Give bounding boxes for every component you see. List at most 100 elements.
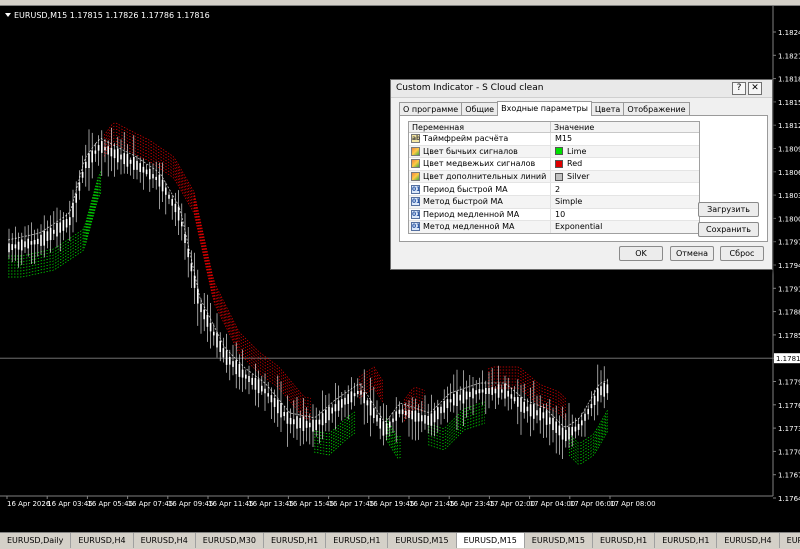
param-name: Таймфрейм расчёта: [423, 134, 509, 144]
candle-body: [168, 194, 170, 199]
candle-body: [465, 391, 468, 400]
candle-body: [328, 406, 330, 421]
load-button[interactable]: Загрузить: [698, 202, 759, 217]
candle-body: [75, 193, 77, 203]
candle-body: [152, 174, 154, 179]
symbol-tab[interactable]: EURUSD,H1: [655, 533, 718, 548]
chart-symbol-quote: EURUSD,M15 1.17815 1.17826 1.17786 1.178…: [14, 11, 210, 20]
price-label: 1.18060: [778, 169, 800, 177]
help-button[interactable]: ?: [732, 82, 746, 95]
chart-info-label: EURUSD,M15 1.17815 1.17826 1.17786 1.178…: [5, 11, 210, 20]
candle-body: [174, 203, 177, 213]
candle-body: [139, 163, 141, 172]
symbol-tab[interactable]: EURUSD,M15: [388, 533, 457, 548]
param-row[interactable]: 01 Метод медленной МА Exponential: [409, 221, 699, 233]
cancel-button[interactable]: Отмена: [670, 246, 714, 261]
param-row[interactable]: 01 Период медленной МА 10: [409, 208, 699, 222]
candle-body: [213, 331, 215, 336]
current-price-label: 1.17816: [776, 355, 800, 363]
candle-body: [225, 350, 228, 365]
candle-body: [325, 409, 327, 423]
param-value: M15: [555, 134, 573, 144]
price-label: 1.17910: [778, 285, 800, 293]
param-row[interactable]: 01 Период быстрой МА 2: [409, 183, 699, 196]
symbol-tab-bar: EURUSD,Daily EURUSD,H4 EURUSD,H4 EURUSD,M30…: [0, 532, 800, 549]
time-label: 17 Apr 02:00: [489, 500, 535, 508]
param-row[interactable]: Цвет дополнительных линий Silver: [409, 170, 699, 184]
symbol-tab[interactable]: EURUSD,H4: [133, 533, 196, 548]
param-value-cell[interactable]: 10: [551, 209, 699, 221]
symbol-tab[interactable]: EURUSD,M30: [195, 533, 264, 548]
candle-body: [49, 227, 52, 241]
candle-body: [165, 187, 167, 195]
candle-body: [501, 389, 503, 393]
param-row[interactable]: ab Таймфрейм расчёта M15: [409, 133, 699, 146]
candle-body: [382, 421, 385, 436]
symbol-tab[interactable]: EURUSD,H1: [592, 533, 656, 548]
param-row[interactable]: 01 Метод быстрой МА Simple: [409, 195, 699, 209]
symbol-tab[interactable]: EURUSD,M15: [456, 533, 525, 548]
param-row[interactable]: Цвет бычьих сигналов Lime: [409, 145, 699, 159]
param-value-cell[interactable]: Simple: [551, 196, 699, 208]
number-type-icon: 01: [411, 209, 421, 219]
param-value-cell[interactable]: Silver: [551, 171, 699, 183]
price-label: 1.18210: [778, 52, 800, 60]
param-value-cell[interactable]: Lime: [551, 146, 699, 158]
ok-button[interactable]: OK: [619, 246, 663, 261]
param-value-cell[interactable]: Exponential: [551, 221, 699, 233]
param-value-cell[interactable]: M15: [551, 133, 699, 145]
dialog-tab[interactable]: Общие: [461, 102, 499, 116]
candle-body: [193, 275, 196, 288]
column-header-value[interactable]: Значение: [551, 122, 699, 132]
param-value-cell[interactable]: 2: [551, 183, 699, 195]
candle-body: [587, 409, 589, 415]
color-type-icon: [411, 146, 420, 156]
candle-body: [91, 150, 93, 163]
candle-body: [113, 149, 116, 159]
price-label: 1.18090: [778, 146, 800, 154]
time-label: 16 Apr 17:45: [329, 500, 375, 508]
candle-body: [65, 219, 68, 228]
symbol-tab[interactable]: EURUSD,H1: [263, 533, 327, 548]
price-label: 1.17970: [778, 239, 800, 247]
color-swatch: [555, 147, 563, 156]
reset-button[interactable]: Сброс: [720, 246, 764, 261]
candle-body: [321, 413, 324, 426]
dialog-tab[interactable]: Отображение: [623, 102, 690, 116]
param-value-cell[interactable]: Red: [551, 158, 699, 170]
symbol-tab[interactable]: EURUSD,H1: [326, 533, 389, 548]
dialog-tab[interactable]: О программе: [399, 102, 463, 116]
save-button[interactable]: Сохранить: [698, 222, 759, 237]
symbol-tab[interactable]: EURUSD,H4: [779, 533, 800, 548]
candle-body: [69, 217, 71, 226]
param-value: Simple: [555, 197, 583, 207]
candle-body: [507, 390, 509, 397]
symbol-tab[interactable]: EURUSD,H4: [717, 533, 780, 548]
dialog-tab[interactable]: Входные параметры: [497, 101, 592, 116]
candle-body: [571, 426, 573, 436]
candle-body: [46, 231, 49, 241]
candle-body: [88, 153, 90, 168]
candle-body: [443, 400, 445, 413]
candle-body: [110, 147, 113, 157]
dialog-tab[interactable]: Цвета: [590, 102, 625, 116]
symbol-tab[interactable]: EURUSD,M15: [524, 533, 593, 548]
candle-body: [337, 400, 340, 411]
chart-menu-icon[interactable]: [5, 13, 11, 17]
candle-body: [177, 206, 180, 221]
symbol-tab[interactable]: EURUSD,Daily: [0, 533, 72, 548]
close-button[interactable]: ✕: [748, 82, 762, 95]
column-header-variable[interactable]: Переменная: [409, 122, 551, 132]
candle-body: [357, 390, 359, 395]
candle-body: [590, 403, 593, 409]
param-row[interactable]: Цвет медвежьих сигналов Red: [409, 158, 699, 171]
candle-body: [161, 179, 164, 192]
candle-body: [238, 363, 241, 377]
candle-body: [187, 248, 189, 258]
candle-body: [520, 397, 522, 412]
symbol-tab[interactable]: EURUSD,H4: [71, 533, 134, 548]
candle-body: [475, 390, 477, 395]
time-label: 16 Apr 11:45: [208, 500, 254, 508]
candle-body: [597, 388, 599, 402]
dialog-title-bar[interactable]: Custom Indicator - S Cloud clean ? ✕: [391, 80, 772, 98]
